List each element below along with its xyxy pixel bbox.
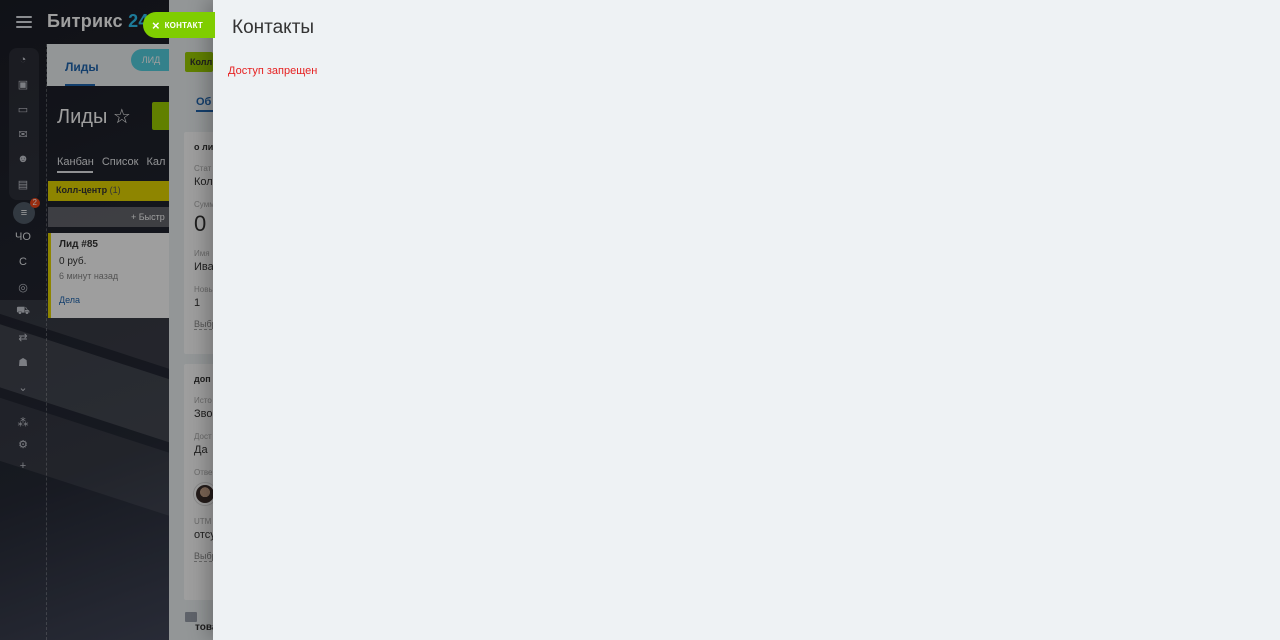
- page-title: Контакты: [232, 17, 315, 38]
- contacts-slider: Контакты Доступ запрещен: [213, 0, 1280, 640]
- close-slider-button[interactable]: × КОНТАКТ: [143, 12, 215, 38]
- close-icon[interactable]: ×: [152, 19, 160, 32]
- overlay-dim[interactable]: [0, 0, 213, 640]
- access-denied-message: Доступ запрещен: [228, 65, 318, 77]
- close-slider-label: КОНТАКТ: [164, 20, 204, 30]
